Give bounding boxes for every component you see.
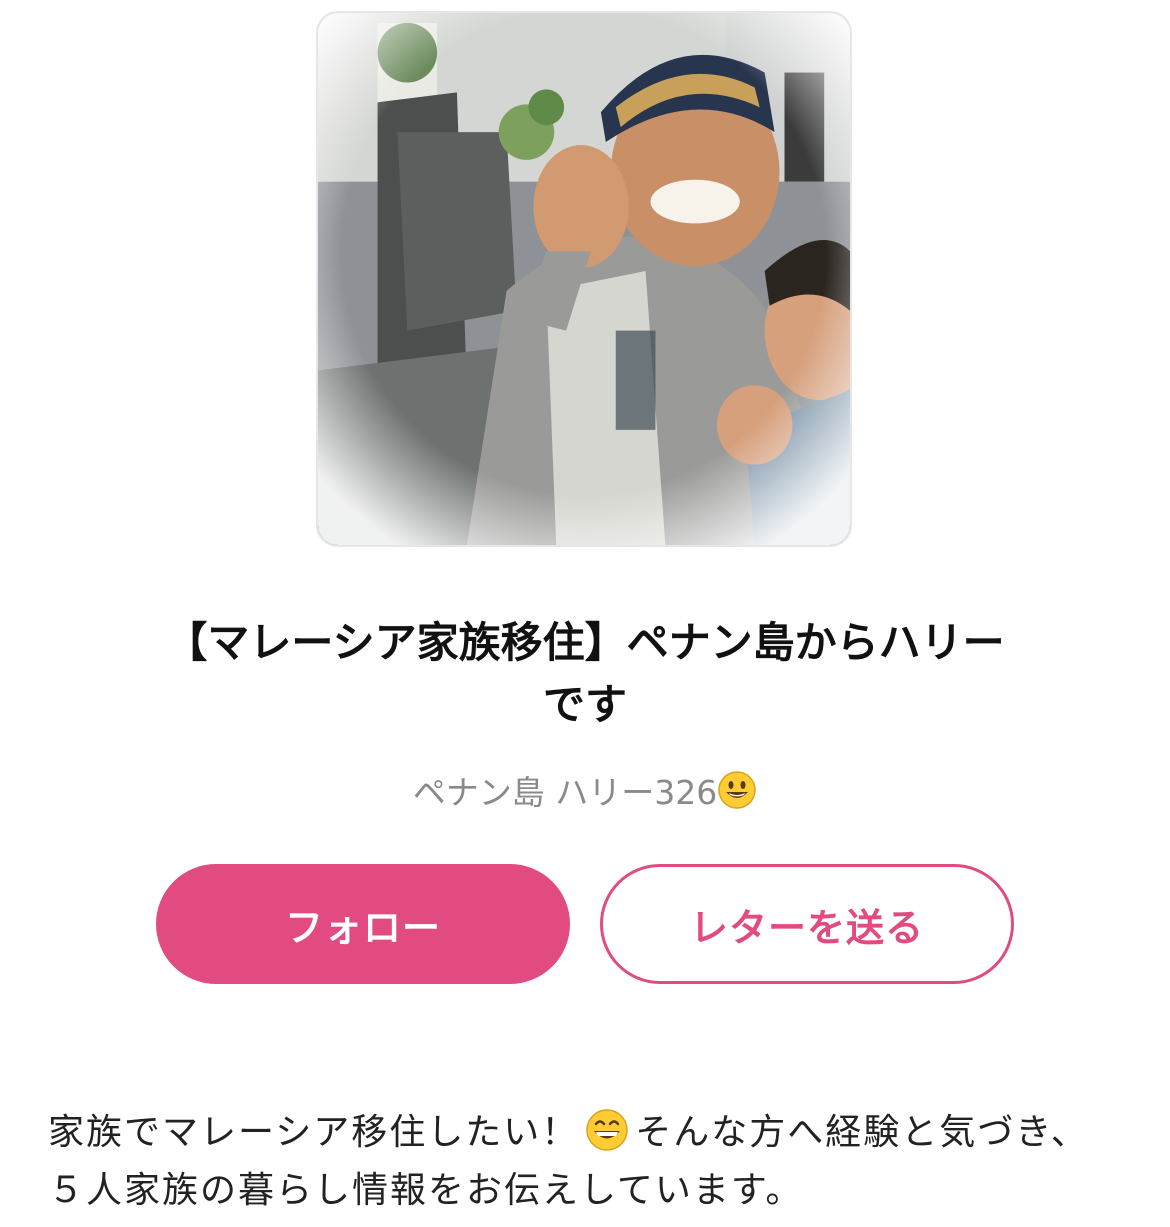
blog-description: 家族でマレーシア移住したい！ そんな方へ経験と気づき、５人家族の暮らし情報をお伝… [48, 1104, 1122, 1220]
grinning-face-icon [586, 1109, 629, 1151]
blog-title: 【マレーシア家族移住】ペナン島からハリーです [165, 618, 1005, 729]
author-line[interactable]: ペナン島 ハリー326 [0, 770, 1170, 816]
description-part1: 家族でマレーシア移住したい！ [48, 1112, 580, 1153]
author-name: ペナン島 ハリー326 [412, 773, 718, 812]
profile-avatar[interactable] [316, 11, 852, 547]
follow-button[interactable]: フォロー [156, 864, 570, 984]
send-letter-button[interactable]: レターを送る [600, 864, 1014, 984]
avatar-photo [318, 13, 850, 545]
smiley-icon [718, 771, 756, 809]
